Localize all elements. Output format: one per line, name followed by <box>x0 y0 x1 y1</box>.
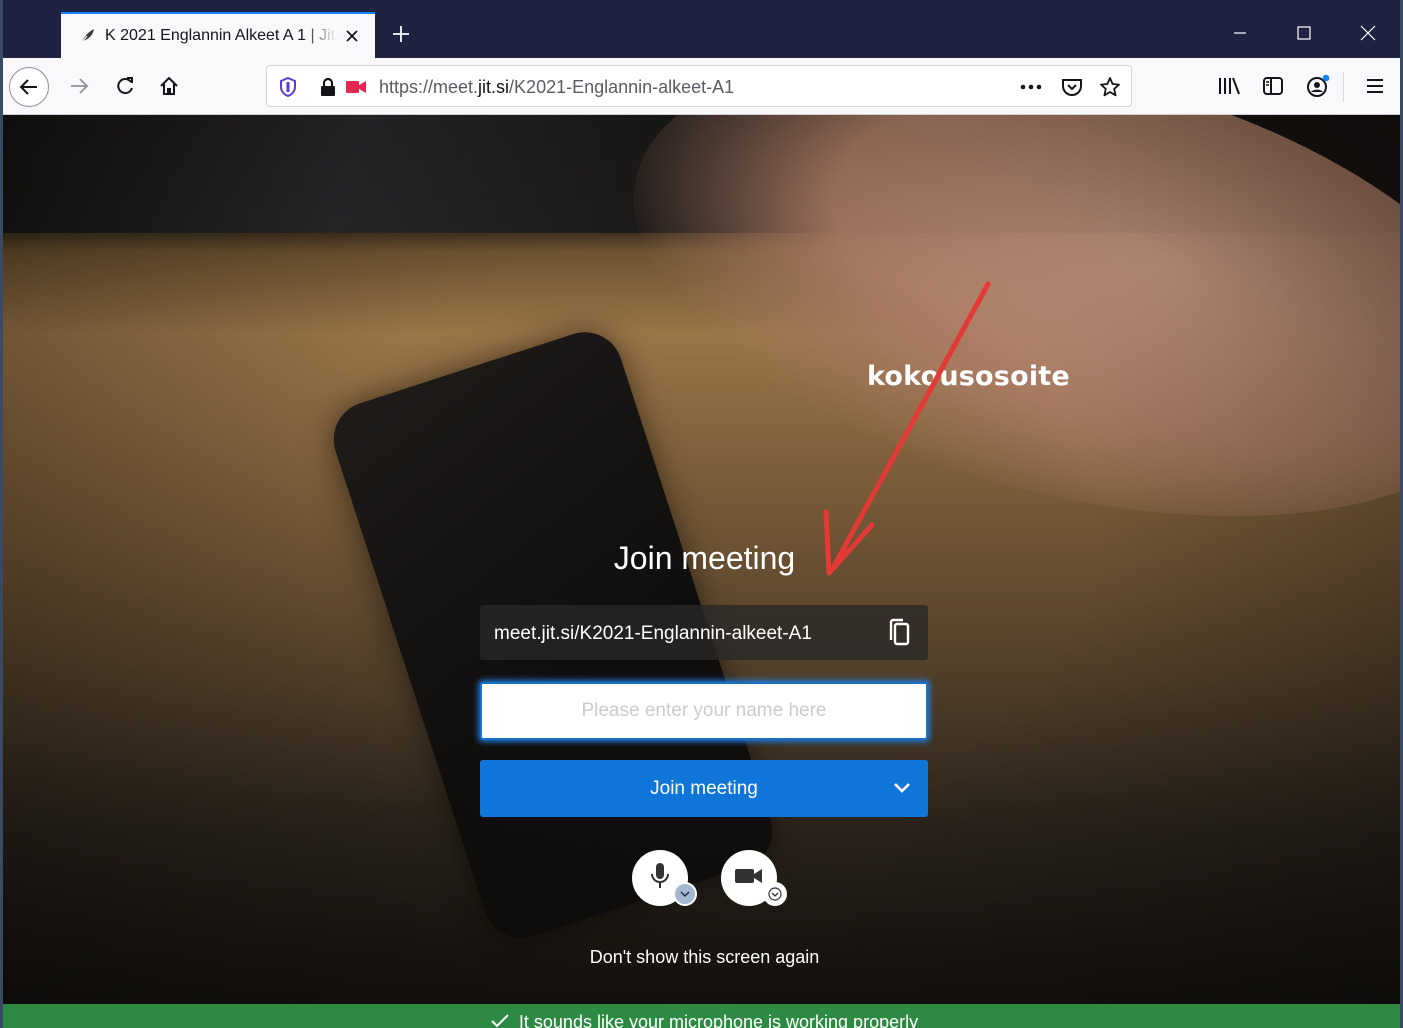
meeting-url-box[interactable]: meet.jit.si/K2021-Englannin-alkeet-A1 <box>480 605 928 660</box>
tab-bar: K 2021 Englannin Alkeet A 1 | Jitsi Meet <box>3 0 1400 58</box>
library-icon[interactable] <box>1211 68 1247 104</box>
url-text: https://meet.jit.si/K2021-Englannin-alke… <box>379 77 734 98</box>
window-close-icon[interactable] <box>1353 18 1383 48</box>
meeting-url-text: meet.jit.si/K2021-Englannin-alkeet-A1 <box>494 623 812 644</box>
close-icon[interactable] <box>341 25 363 47</box>
microphone-icon <box>649 861 671 896</box>
microphone-button[interactable] <box>632 850 697 906</box>
url-bar[interactable]: https://meet.jit.si/K2021-Englannin-alke… <box>266 65 1132 107</box>
status-banner-text: It sounds like your microphone is workin… <box>3 1012 1400 1028</box>
reload-icon[interactable] <box>107 68 143 104</box>
forward-arrow-icon[interactable] <box>61 68 97 104</box>
menu-icon[interactable] <box>1357 68 1393 104</box>
url-path: /K2021-Englannin-alkeet-A1 <box>509 77 735 97</box>
status-banner: It sounds like your microphone is workin… <box>3 1004 1400 1028</box>
video-camera-icon <box>734 866 764 891</box>
url-prefix: https://meet. <box>379 77 479 97</box>
pocket-icon[interactable] <box>1060 75 1084 99</box>
status-message: It sounds like your microphone is workin… <box>518 1012 919 1028</box>
more-icon[interactable] <box>1019 75 1043 99</box>
camera-button[interactable] <box>721 850 787 906</box>
lock-icon[interactable] <box>316 75 340 99</box>
tab-jitsi[interactable]: K 2021 Englannin Alkeet A 1 | Jitsi Meet <box>61 12 375 58</box>
dont-show-again-link[interactable]: Don't show this screen again <box>3 947 1400 968</box>
camera-icon[interactable] <box>344 75 368 99</box>
page-title: Join meeting <box>613 540 796 576</box>
back-arrow-icon[interactable] <box>9 67 49 107</box>
shield-icon[interactable] <box>276 75 300 99</box>
name-input[interactable] <box>480 682 928 740</box>
copy-icon[interactable] <box>886 618 912 646</box>
chevron-down-icon[interactable] <box>890 776 914 800</box>
sidebar-icon[interactable] <box>1255 68 1291 104</box>
annotation-label: kokousosoite <box>867 361 1070 392</box>
camera-chevron-down-icon[interactable] <box>763 882 787 906</box>
account-icon[interactable] <box>1300 68 1336 104</box>
maximize-icon[interactable] <box>1289 18 1319 48</box>
plus-icon[interactable] <box>387 20 415 48</box>
home-icon[interactable] <box>151 68 187 104</box>
join-meeting-button[interactable]: Join meeting <box>480 760 928 817</box>
feather-icon <box>77 26 97 46</box>
toolbar-separator <box>1343 72 1344 102</box>
url-host: jit.si <box>478 77 510 97</box>
mic-chevron-down-icon[interactable] <box>673 882 697 906</box>
join-meeting-label: Join meeting <box>650 778 758 799</box>
nav-bar: https://meet.jit.si/K2021-Englannin-alke… <box>3 58 1400 115</box>
minimize-icon[interactable] <box>1225 18 1255 48</box>
prejoin-screen: kokousosoite Join meeting meet.jit.si/K2… <box>3 115 1400 1028</box>
tab-title: K 2021 Englannin Alkeet A 1 | Jitsi Meet <box>105 27 337 44</box>
star-icon[interactable] <box>1098 75 1122 99</box>
checkmark-icon <box>491 1012 509 1028</box>
browser-window: K 2021 Englannin Alkeet A 1 | Jitsi Meet <box>0 0 1403 1028</box>
